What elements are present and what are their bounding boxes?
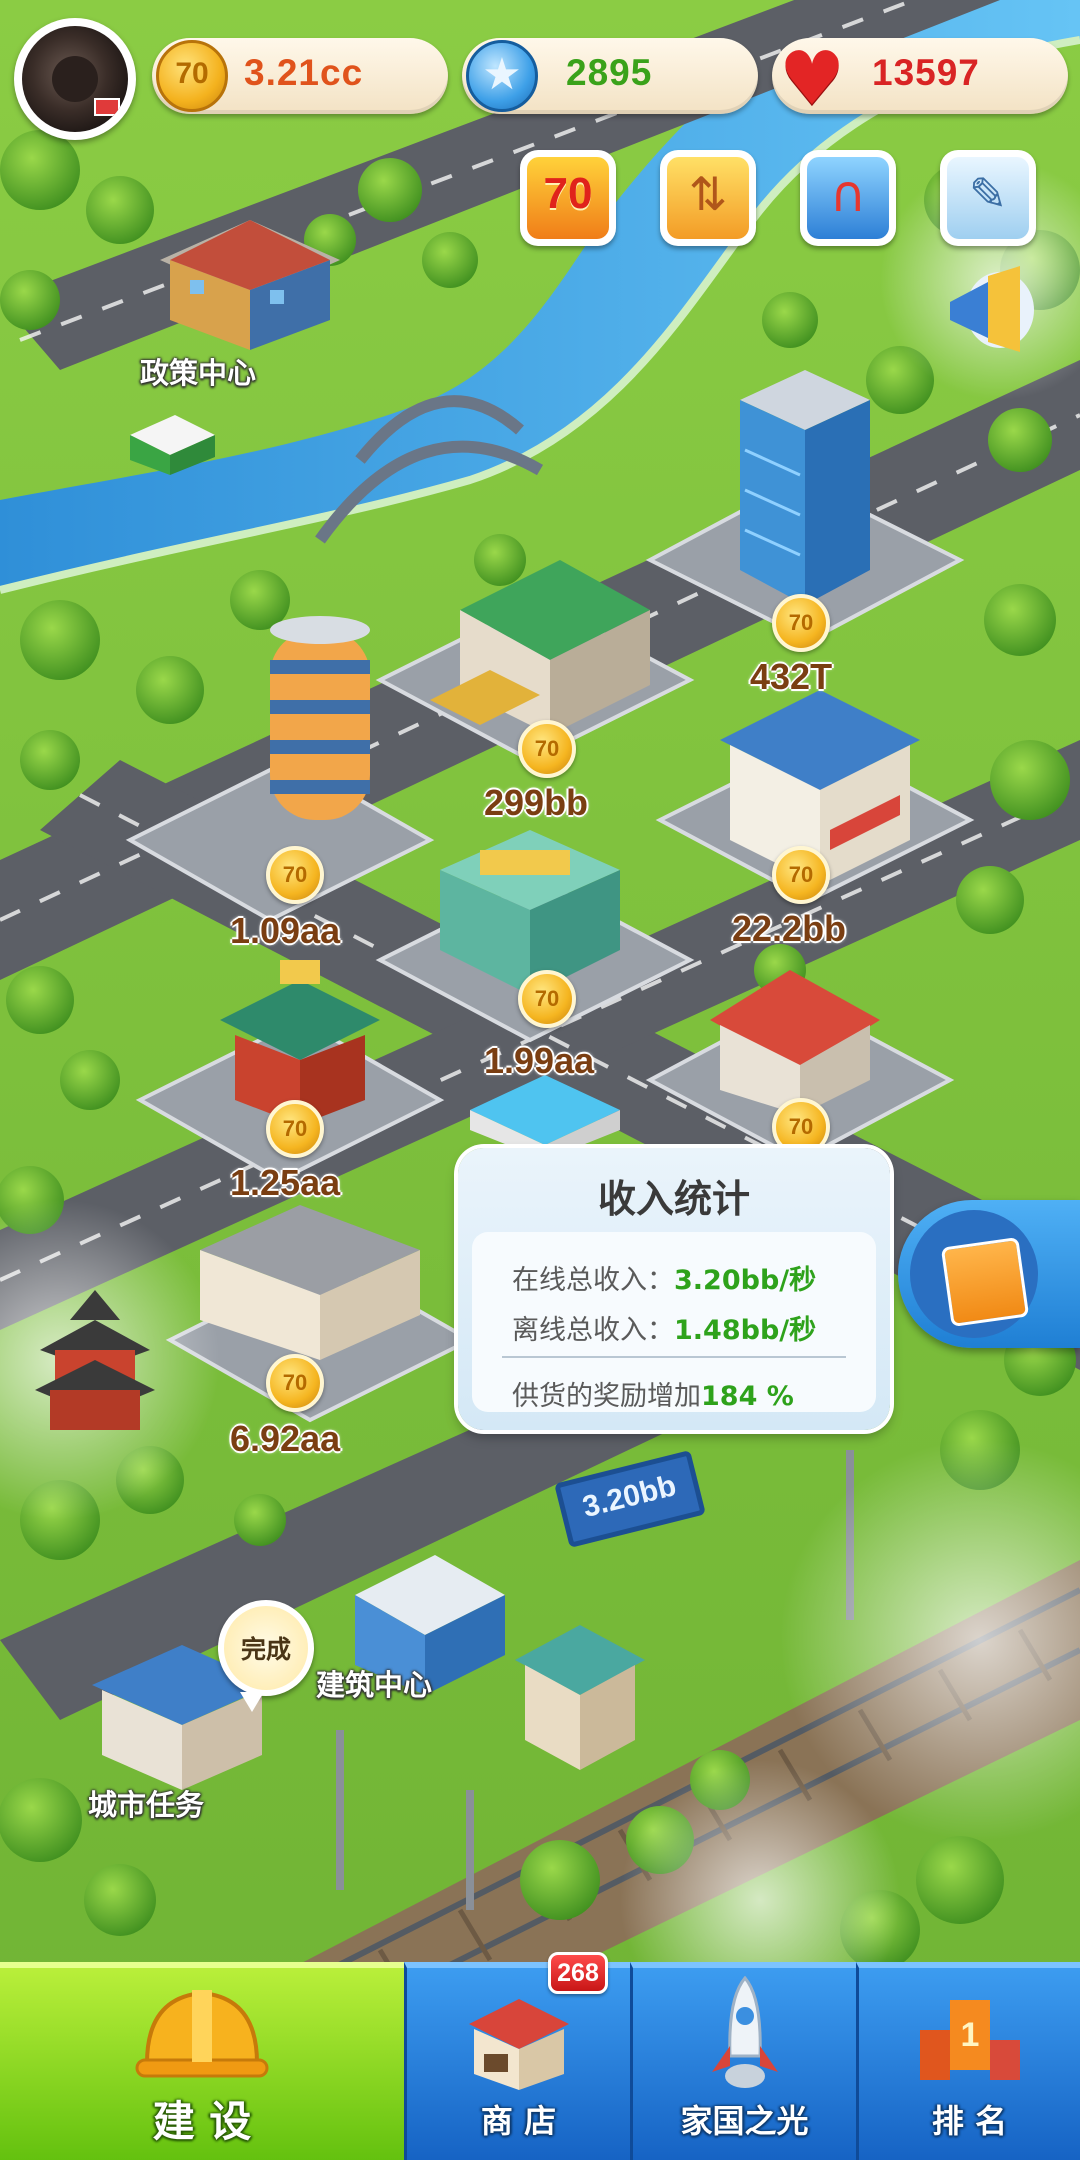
income-label: 1.99aa: [484, 1040, 595, 1081]
anniversary-event-button[interactable]: 70: [520, 150, 616, 246]
place-label-policy-center[interactable]: 政策中心: [140, 350, 256, 392]
popup-body: 在线总收入：3.20bb/秒 离线总收入：1.48bb/秒 供货的奖励增加184…: [472, 1232, 876, 1412]
garage-building[interactable]: [180, 1200, 440, 1360]
blueprint-icon: [910, 1210, 1038, 1338]
popup-divider: [502, 1356, 846, 1358]
clipboard-icon: ✎: [968, 167, 1008, 221]
offline-income-value: 1.48bb/秒: [674, 1315, 817, 1346]
house-building[interactable]: [690, 950, 900, 1120]
heart-balance-value: 13597: [872, 52, 980, 93]
income-label: 22.2bb: [732, 908, 847, 949]
star-balance[interactable]: ★ 2895: [462, 38, 758, 114]
popup-title: 收入统计: [597, 1177, 750, 1221]
bridge-icon: ∩: [829, 165, 867, 223]
offline-income-label: 离线总收入：: [512, 1315, 674, 1346]
svg-text:1: 1: [960, 2016, 979, 2054]
petro-tower-building[interactable]: [720, 370, 890, 620]
place-label-city-tasks[interactable]: 城市任务: [88, 1782, 204, 1824]
supply-bonus-value: 184 %: [701, 1381, 794, 1412]
heart-balance[interactable]: ♥ 13597: [772, 36, 1068, 122]
collect-coin[interactable]: 70: [772, 594, 830, 652]
hard-hat-icon: [135, 1990, 269, 2078]
pagoda-building: [35, 1290, 155, 1430]
coin-balance-value: 3.21cc: [244, 52, 364, 93]
income-stats-popup[interactable]: 收入统计 在线总收入：3.20bb/秒 离线总收入：1.48bb/秒 供货的奖励…: [458, 1148, 890, 1430]
blueprint-edit-button[interactable]: [898, 1200, 1080, 1348]
collect-coin[interactable]: 70: [518, 720, 576, 778]
station-building: [515, 1625, 645, 1770]
online-income-row: 在线总收入：3.20bb/秒: [512, 1258, 816, 1297]
bridge-event-button[interactable]: ∩: [800, 150, 896, 246]
megaphone-icon[interactable]: [940, 266, 1036, 352]
heart-icon: ♥: [778, 36, 846, 122]
collect-coin[interactable]: 70: [266, 1354, 324, 1412]
nav-build-label: 建 设: [152, 2097, 252, 2146]
income-label: 6.92aa: [230, 1418, 341, 1459]
round-tower-building[interactable]: [255, 610, 385, 840]
podium-icon: 1: [919, 2000, 1020, 2080]
nav-shop-label: 商 店: [480, 2102, 557, 2140]
supply-bonus-label: 供货的奖励增加: [512, 1381, 701, 1412]
player-avatar[interactable]: [14, 18, 136, 140]
policy-center-building[interactable]: [150, 180, 350, 350]
collect-coin[interactable]: 70: [518, 970, 576, 1028]
place-label-build-center[interactable]: 建筑中心: [316, 1662, 432, 1704]
nav-glory[interactable]: 家国之光: [630, 1962, 856, 2160]
collect-coin[interactable]: 70: [266, 1100, 324, 1158]
star-balance-value: 2895: [566, 52, 653, 93]
nav-build[interactable]: 建 设: [0, 1962, 404, 2160]
online-income-label: 在线总收入：: [512, 1265, 674, 1296]
collect-coin[interactable]: 70: [772, 846, 830, 904]
nav-rank-label: 排 名: [931, 2102, 1008, 2140]
income-label: 1.09aa: [230, 910, 341, 951]
income-label: 432T: [750, 656, 833, 697]
offline-income-row: 离线总收入：1.48bb/秒: [512, 1308, 816, 1347]
online-income-value: 3.20bb/秒: [674, 1265, 817, 1296]
income-label: 299bb: [484, 782, 589, 823]
supply-bonus-row: 供货的奖励增加184 %: [512, 1374, 794, 1413]
bottom-nav: 建 设 商 店 家国之光 1 排 名: [0, 1962, 1080, 2160]
trade-event-button[interactable]: ⇅: [660, 150, 756, 246]
rocket-icon: [711, 1976, 778, 2088]
nav-glory-label: 家国之光: [680, 2102, 809, 2140]
task-complete-bubble[interactable]: 完成: [218, 1600, 314, 1712]
pool-building: [470, 1075, 620, 1160]
coin-icon: 70: [156, 40, 228, 112]
collect-coin[interactable]: 70: [266, 846, 324, 904]
clipboard-event-button[interactable]: ✎: [940, 150, 1036, 246]
handshake-icon: ⇅: [688, 167, 728, 221]
mail-truck: [130, 415, 215, 475]
anniversary-70-icon: 70: [543, 169, 593, 218]
income-label: 1.25aa: [230, 1162, 341, 1203]
nav-rank[interactable]: 1 排 名: [856, 1962, 1080, 2160]
shop-badge: 268: [548, 1952, 608, 1994]
star-icon: ★: [466, 40, 538, 112]
warehouse-building[interactable]: [420, 550, 680, 740]
coin-balance[interactable]: 70 3.21cc: [152, 38, 448, 114]
shop-icon: [468, 1999, 569, 2090]
